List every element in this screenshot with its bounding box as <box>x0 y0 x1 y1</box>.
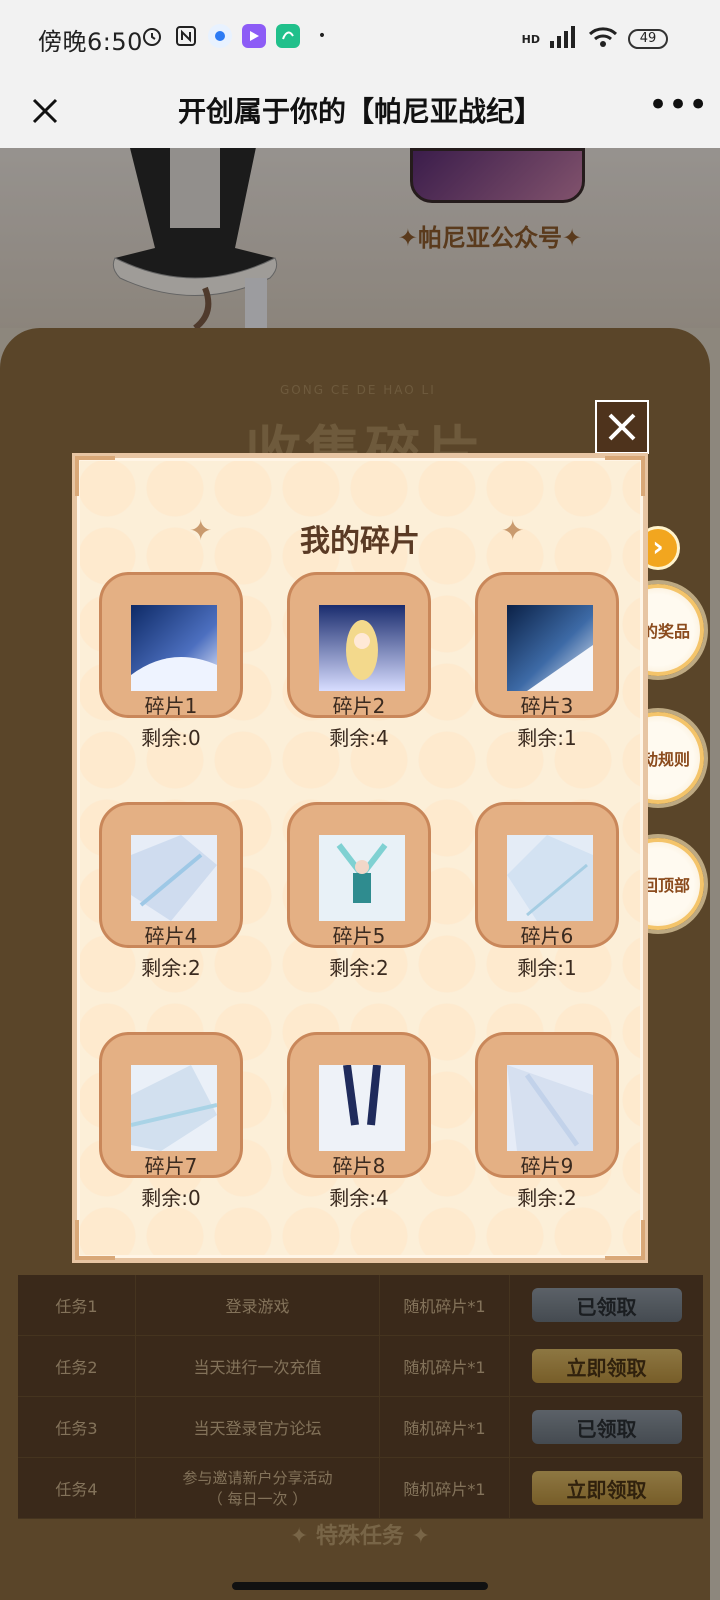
signal-icon <box>550 26 578 52</box>
fragment-name: 碎片7 <box>144 1154 198 1178</box>
gesture-nav-bar[interactable] <box>232 1582 488 1590</box>
fragment-image <box>507 605 593 691</box>
alarm-icon <box>140 24 164 48</box>
fragment-image <box>131 835 217 921</box>
fragment-name: 碎片9 <box>520 1154 574 1178</box>
battery-icon: 49 <box>628 29 668 49</box>
fragment-image <box>131 605 217 691</box>
app-green-icon <box>276 24 300 48</box>
fragment-image <box>507 835 593 921</box>
fragment-item[interactable]: 碎片2 剩余:4 <box>287 572 431 802</box>
more-dot-icon: • <box>317 28 327 44</box>
fragment-remaining: 剩余:2 <box>141 956 201 980</box>
fragment-name: 碎片5 <box>332 924 386 948</box>
corner-ornament <box>605 456 645 496</box>
fragment-remaining: 剩余:1 <box>517 726 577 750</box>
fragment-image <box>319 1065 405 1151</box>
fragment-name: 碎片4 <box>144 924 198 948</box>
wifi-icon <box>588 26 618 52</box>
star-ornament-icon: ✦ <box>501 514 525 547</box>
fragment-item[interactable]: 碎片5 剩余:2 <box>287 802 431 1032</box>
app-purple-icon <box>242 24 266 48</box>
fragment-image <box>319 835 405 921</box>
fragment-remaining: 剩余:2 <box>517 1186 577 1210</box>
fragment-item[interactable]: 碎片3 剩余:1 <box>475 572 619 802</box>
fragment-name: 碎片2 <box>332 694 386 718</box>
app-dot-blue-icon <box>208 24 232 48</box>
fragment-remaining: 剩余:1 <box>517 956 577 980</box>
status-time: 傍晚6:50 <box>38 28 143 56</box>
fragment-remaining: 剩余:0 <box>141 726 201 750</box>
fragment-image <box>507 1065 593 1151</box>
modal-close-button[interactable] <box>595 400 649 454</box>
fragment-remaining: 剩余:2 <box>329 956 389 980</box>
fragment-item[interactable]: 碎片4 剩余:2 <box>99 802 243 1032</box>
status-right: HD 49 <box>522 26 668 52</box>
hd-label: HD <box>521 32 540 46</box>
fragment-name: 碎片3 <box>520 694 574 718</box>
fragment-item[interactable]: 碎片9 剩余:2 <box>475 1032 619 1262</box>
fragment-item[interactable]: 碎片1 剩余:0 <box>99 572 243 802</box>
status-icons: • <box>140 24 334 48</box>
fragments-modal: ✦ 我的碎片 ✦ 碎片1 剩余:0 碎片2 剩余:4 碎片3 剩余:1 碎片4 … <box>72 453 648 1263</box>
close-icon <box>608 413 636 441</box>
fragment-name: 碎片8 <box>332 1154 386 1178</box>
title-bar: 开创属于你的【帕尼亚战纪】 ••• <box>0 76 720 148</box>
fragment-image <box>131 1065 217 1151</box>
fragment-item[interactable]: 碎片6 剩余:1 <box>475 802 619 1032</box>
fragment-remaining: 剩余:4 <box>329 726 389 750</box>
fragment-remaining: 剩余:0 <box>141 1186 201 1210</box>
nfc-icon <box>174 24 198 48</box>
fragment-item[interactable]: 碎片7 剩余:0 <box>99 1032 243 1262</box>
fragment-grid: 碎片1 剩余:0 碎片2 剩余:4 碎片3 剩余:1 碎片4 剩余:2 碎片5 … <box>99 572 631 1212</box>
more-menu-button[interactable]: ••• <box>648 88 708 136</box>
fragment-remaining: 剩余:4 <box>329 1186 389 1210</box>
fragment-item[interactable]: 碎片8 剩余:4 <box>287 1032 431 1262</box>
status-bar: 傍晚6:50 • HD 49 <box>0 0 720 76</box>
corner-ornament <box>75 456 115 496</box>
fragment-name: 碎片1 <box>144 694 198 718</box>
fragment-image <box>319 605 405 691</box>
fragment-name: 碎片6 <box>520 924 574 948</box>
modal-title: 我的碎片 <box>300 524 420 559</box>
page-title: 开创属于你的【帕尼亚战纪】 <box>177 95 542 128</box>
